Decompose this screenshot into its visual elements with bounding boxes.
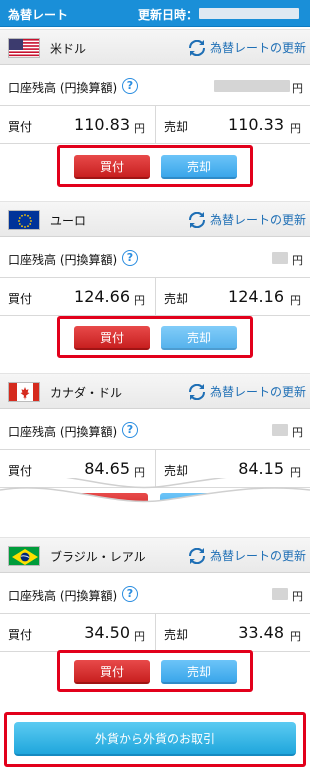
buy-rate-value: 84.65	[84, 459, 130, 478]
buy-rate-value: 34.50	[84, 623, 130, 642]
page-title: 為替レート	[8, 8, 69, 22]
currency-name-usd: 米ドル	[50, 42, 87, 56]
buy-button-usd[interactable]: 買付	[74, 155, 150, 179]
trade-buttons-highlight-eur: 買付 売却	[57, 316, 253, 358]
refresh-icon	[188, 211, 206, 228]
rate-row-usd: 買付 110.83 円 売却 110.33 円	[0, 106, 310, 144]
refresh-rate-link-cad[interactable]: 為替レートの更新	[188, 383, 306, 400]
refresh-label: 為替レートの更新	[210, 213, 307, 227]
sell-rate-value: 110.33	[228, 115, 284, 134]
buy-rate-value: 110.83	[74, 115, 130, 134]
sell-button-brl[interactable]: 売却	[161, 660, 237, 684]
buy-rate-label: 買付	[8, 628, 33, 642]
yen-unit: 円	[290, 294, 301, 307]
balance-row-brl: 口座残高 (円換算額) ? 円	[0, 574, 310, 614]
balance-value-masked	[272, 588, 288, 600]
refresh-icon	[188, 39, 206, 56]
balance-label: 口座残高 (円換算額)	[8, 81, 118, 95]
buy-button-brl[interactable]: 買付	[74, 660, 150, 684]
cta-highlight: 外貨から外貨のお取引	[4, 712, 306, 767]
balance-row-usd: 口座残高 (円換算額) ? 円	[0, 66, 310, 106]
balance-label: 口座残高 (円換算額)	[8, 589, 118, 603]
yen-unit: 円	[292, 426, 303, 439]
balance-value-masked	[272, 424, 288, 436]
trade-buttons-highlight-usd: 買付 売却	[57, 145, 253, 187]
trade-buttons-highlight-brl: 買付 売却	[57, 650, 253, 692]
refresh-rate-link-usd[interactable]: 為替レートの更新	[188, 39, 306, 56]
currency-name-cad: カナダ・ドル	[50, 386, 123, 400]
currency-name-eur: ユーロ	[50, 214, 87, 228]
help-icon[interactable]: ?	[122, 78, 138, 94]
sell-rate-label: 売却	[164, 464, 189, 478]
updated-timestamp-masked	[199, 8, 299, 19]
help-icon[interactable]: ?	[122, 586, 138, 602]
refresh-rate-link-brl[interactable]: 為替レートの更新	[188, 547, 306, 564]
balance-label: 口座残高 (円換算額)	[8, 425, 118, 439]
yen-unit: 円	[134, 630, 145, 643]
sell-rate-value: 84.15	[238, 459, 284, 478]
sell-button-eur[interactable]: 売却	[161, 326, 237, 350]
brazil-flag-icon	[8, 546, 40, 566]
fx-to-fx-trade-button[interactable]: 外貨から外貨のお取引	[14, 722, 296, 756]
us-flag-icon	[8, 38, 40, 58]
updated-label: 更新日時：	[138, 8, 199, 22]
rate-row-eur: 買付 124.66 円 売却 124.16 円	[0, 278, 310, 316]
currency-header-eur: ユーロ 為替レートの更新	[0, 201, 310, 237]
balance-value-masked	[272, 252, 288, 264]
buy-button-eur[interactable]: 買付	[74, 326, 150, 350]
page-cut-divider	[0, 478, 310, 538]
balance-value-masked	[214, 80, 290, 92]
balance-row-cad: 口座残高 (円換算額) ? 円	[0, 410, 310, 450]
refresh-label: 為替レートの更新	[210, 385, 307, 399]
sell-rate-label: 売却	[164, 120, 189, 134]
yen-unit: 円	[290, 630, 301, 643]
currency-header-brl: ブラジル・レアル 為替レートの更新	[0, 537, 310, 573]
yen-unit: 円	[292, 590, 303, 603]
yen-unit: 円	[292, 82, 303, 95]
refresh-label: 為替レートの更新	[210, 41, 307, 55]
refresh-icon	[188, 547, 206, 564]
help-icon[interactable]: ?	[122, 422, 138, 438]
app-header: 為替レート 更新日時：	[0, 0, 310, 27]
yen-unit: 円	[292, 254, 303, 267]
sell-rate-value: 124.16	[228, 287, 284, 306]
currency-header-usd: 米ドル 為替レートの更新	[0, 29, 310, 65]
yen-unit: 円	[290, 122, 301, 135]
refresh-icon	[188, 383, 206, 400]
buy-rate-label: 買付	[8, 464, 33, 478]
canada-flag-icon	[8, 382, 40, 402]
buy-rate-value: 124.66	[74, 287, 130, 306]
rate-row-brl: 買付 34.50 円 売却 33.48 円	[0, 614, 310, 652]
sell-rate-value: 33.48	[238, 623, 284, 642]
yen-unit: 円	[134, 122, 145, 135]
buy-rate-label: 買付	[8, 292, 33, 306]
currency-header-cad: カナダ・ドル 為替レートの更新	[0, 373, 310, 409]
balance-label: 口座残高 (円換算額)	[8, 253, 118, 267]
sell-rate-label: 売却	[164, 292, 189, 306]
balance-row-eur: 口座残高 (円換算額) ? 円	[0, 238, 310, 278]
buy-rate-label: 買付	[8, 120, 33, 134]
sell-button-usd[interactable]: 売却	[161, 155, 237, 179]
yen-unit: 円	[134, 294, 145, 307]
help-icon[interactable]: ?	[122, 250, 138, 266]
eu-flag-icon	[8, 210, 40, 230]
sell-rate-label: 売却	[164, 628, 189, 642]
refresh-rate-link-eur[interactable]: 為替レートの更新	[188, 211, 306, 228]
currency-name-brl: ブラジル・レアル	[50, 550, 146, 564]
refresh-label: 為替レートの更新	[210, 549, 307, 563]
